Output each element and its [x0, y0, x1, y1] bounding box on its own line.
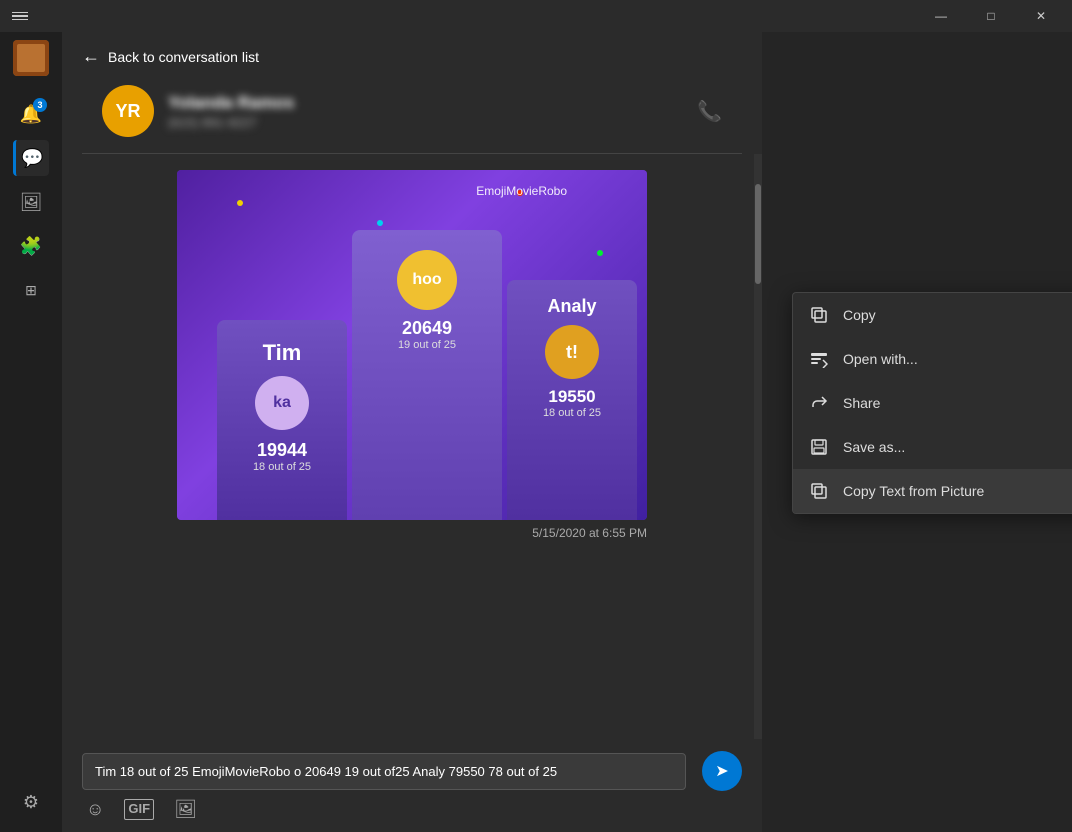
- player-analy-out-of: 18 out of 25: [543, 407, 601, 419]
- copy-text-label: Copy Text from Picture: [843, 483, 1072, 499]
- maximize-button[interactable]: □: [968, 0, 1014, 32]
- share-label: Share: [843, 395, 1072, 411]
- grid-icon: ⊞: [25, 282, 37, 299]
- player-hoo-card: hoo 20649 19 out of 25: [352, 230, 502, 520]
- sidebar-item-settings[interactable]: ⚙: [13, 784, 49, 820]
- player-hoo-score: 20649: [402, 318, 452, 339]
- input-toolbar: ☺ GIF 🖼: [82, 799, 742, 820]
- player-hoo-circle: hoo: [397, 250, 457, 310]
- sidebar-item-grid[interactable]: ⊞: [13, 272, 49, 308]
- emoji-button[interactable]: ☺: [86, 799, 104, 820]
- copy-label: Copy: [843, 307, 1067, 323]
- player-analy-card: Analy t! 19550 18 out of 25: [507, 280, 637, 520]
- save-icon: [809, 437, 829, 457]
- messages-area[interactable]: EmojiMovieRobo Tim ka 19944 18 out of 25: [62, 154, 762, 739]
- message-input-container: [82, 753, 686, 790]
- copy-text-icon: [809, 481, 829, 501]
- input-row: ➤: [82, 751, 742, 791]
- context-menu-item-copy[interactable]: Copy Ctrl+C: [793, 293, 1072, 337]
- player-analy-score: 19550: [548, 387, 595, 407]
- sidebar-item-bell[interactable]: 🔔 3: [13, 96, 49, 132]
- main-layout: 🔔 3 💬 🖼 🧩 ⊞ ⚙ ← Back to conversation lis: [0, 32, 1072, 832]
- back-label: Back to conversation list: [108, 49, 259, 65]
- save-as-label: Save as...: [843, 439, 1072, 455]
- contact-header: YR Yolanda Ramos (615) 891-9227 📞: [82, 77, 742, 154]
- gif-button[interactable]: GIF: [124, 799, 154, 820]
- sidebar-bottom: ⚙: [13, 780, 49, 824]
- scroll-thumb[interactable]: [755, 184, 761, 284]
- hamburger-menu[interactable]: [8, 6, 32, 27]
- confetti-dot: [377, 220, 383, 226]
- open-with-icon: [809, 349, 829, 369]
- phone-icon[interactable]: 📞: [697, 99, 722, 124]
- settings-icon: ⚙: [23, 792, 39, 813]
- sidebar: 🔔 3 💬 🖼 🧩 ⊞ ⚙: [0, 32, 62, 832]
- open-with-label: Open with...: [843, 351, 1072, 367]
- context-menu-item-copy-text[interactable]: Copy Text from Picture: [793, 469, 1072, 513]
- player-tim-out-of: 18 out of 25: [253, 461, 311, 473]
- player-tim-card: Tim ka 19944 18 out of 25: [217, 320, 347, 520]
- notification-badge: 3: [33, 98, 47, 112]
- scroll-track[interactable]: [754, 154, 762, 739]
- close-button[interactable]: ✕: [1018, 0, 1064, 32]
- minimize-button[interactable]: —: [918, 0, 964, 32]
- game-title: EmojiMovieRobo: [476, 184, 567, 198]
- context-menu-item-share[interactable]: Share: [793, 381, 1072, 425]
- gallery-icon: 🖼: [20, 192, 43, 213]
- input-area: ➤ ☺ GIF 🖼: [62, 739, 762, 832]
- player-analy-name: Analy: [547, 296, 596, 317]
- context-menu: Copy Ctrl+C Open with...: [792, 292, 1072, 514]
- image-message[interactable]: EmojiMovieRobo Tim ka 19944 18 out of 25: [177, 170, 647, 540]
- context-menu-item-save-as[interactable]: Save as...: [793, 425, 1072, 469]
- image-button[interactable]: 🖼: [174, 799, 197, 820]
- contact-info: Yolanda Ramos (615) 891-9227: [168, 93, 697, 130]
- send-button[interactable]: ➤: [702, 751, 742, 791]
- confetti-dot: [237, 200, 243, 206]
- top-nav: ← Back to conversation list: [62, 32, 762, 77]
- player-analy-circle: t!: [545, 325, 599, 379]
- message-input[interactable]: [95, 764, 673, 779]
- player-hoo-out-of: 19 out of 25: [398, 339, 456, 351]
- copy-icon: [809, 305, 829, 325]
- sidebar-item-gallery[interactable]: 🖼: [13, 184, 49, 220]
- back-arrow-icon: ←: [82, 46, 100, 67]
- contact-name: Yolanda Ramos: [168, 93, 697, 113]
- contact-avatar: YR: [102, 85, 154, 137]
- user-avatar[interactable]: [13, 40, 49, 76]
- back-link[interactable]: ← Back to conversation list: [82, 46, 259, 67]
- content-area: ← Back to conversation list YR Yolanda R…: [62, 32, 762, 832]
- title-bar-left: [8, 6, 32, 27]
- share-icon: [809, 393, 829, 413]
- contact-phone: (615) 891-9227: [168, 115, 697, 130]
- apps-icon: 🧩: [20, 236, 42, 257]
- message-timestamp: 5/15/2020 at 6:55 PM: [177, 526, 647, 540]
- game-image-bg: EmojiMovieRobo Tim ka 19944 18 out of 25: [177, 170, 647, 520]
- right-panel: Copy Ctrl+C Open with...: [762, 32, 1072, 832]
- confetti-dot: [597, 250, 603, 256]
- sidebar-item-chat[interactable]: 💬: [13, 140, 49, 176]
- contact-initials: YR: [115, 101, 140, 122]
- title-bar: — □ ✕: [0, 0, 1072, 32]
- player-tim-name: Tim: [263, 340, 302, 366]
- chat-icon: 💬: [21, 148, 43, 169]
- title-bar-controls: — □ ✕: [918, 0, 1064, 32]
- player-tim-score: 19944: [257, 440, 307, 461]
- chat-image[interactable]: EmojiMovieRobo Tim ka 19944 18 out of 25: [177, 170, 647, 520]
- sidebar-item-apps[interactable]: 🧩: [13, 228, 49, 264]
- context-menu-item-open-with[interactable]: Open with...: [793, 337, 1072, 381]
- player-tim-circle: ka: [255, 376, 309, 430]
